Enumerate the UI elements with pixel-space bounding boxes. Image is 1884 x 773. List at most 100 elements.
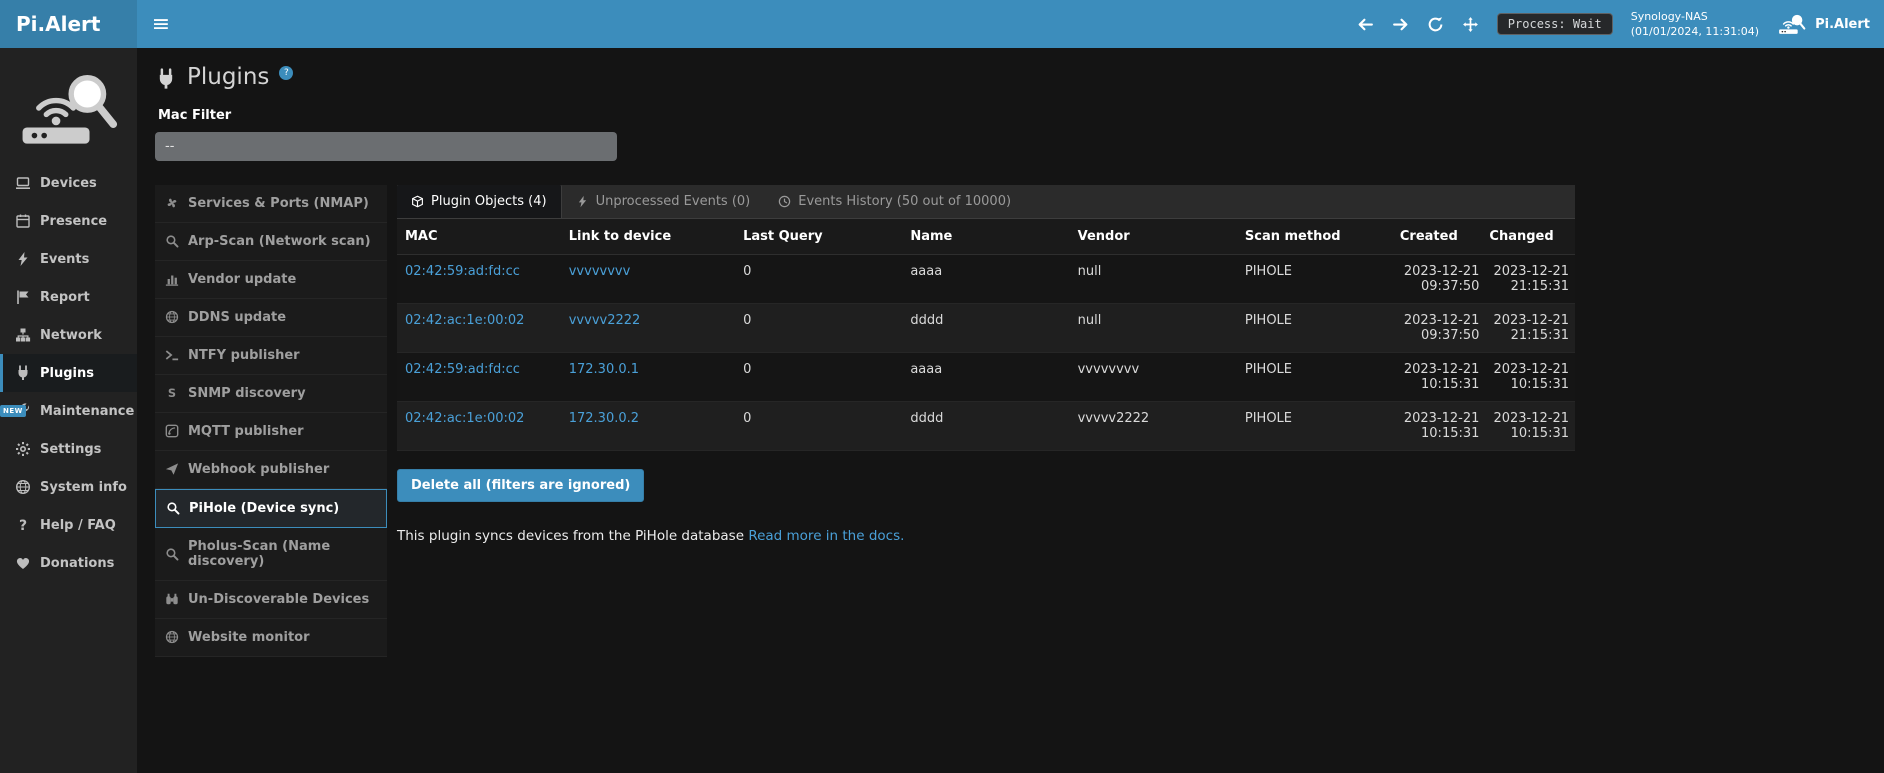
sidebar-item-help-faq[interactable]: Help / FAQ xyxy=(0,506,137,544)
sidebar-menu: Devices Presence Events Report Network P… xyxy=(0,164,137,582)
plugin-nav-item-mqtt-publisher[interactable]: MQTT publisher xyxy=(155,413,387,451)
back-arrow-icon[interactable] xyxy=(1357,16,1374,33)
plugin-nav-item-services-ports[interactable]: Services & Ports (NMAP) xyxy=(155,185,387,223)
table-row: 02:42:59:ad:fd:cc 172.30.0.1 0 aaaa vvvv… xyxy=(397,352,1575,401)
sidebar-item-label: Maintenance xyxy=(40,404,134,419)
cell-last-query: 0 xyxy=(735,254,902,303)
cell-scan-method: PIHOLE xyxy=(1237,254,1396,303)
forward-arrow-icon[interactable] xyxy=(1392,16,1409,33)
plugin-nav-item-arp-scan[interactable]: Arp-Scan (Network scan) xyxy=(155,223,387,261)
mac-filter-input[interactable] xyxy=(155,132,617,161)
table-row: 02:42:ac:1e:00:02 172.30.0.2 0 dddd vvvv… xyxy=(397,401,1575,450)
laptop-icon xyxy=(15,175,31,191)
plugin-nav-item-pholus-scan[interactable]: Pholus-Scan (Name discovery) xyxy=(155,528,387,581)
cell-created: 2023-12-21 09:37:50 xyxy=(1396,254,1486,303)
sidebar-item-report[interactable]: Report xyxy=(0,278,137,316)
plugin-nav-label: Pholus-Scan (Name discovery) xyxy=(188,539,377,569)
cell-mac: 02:42:ac:1e:00:02 xyxy=(397,303,561,352)
cell-link-to-device: vvvvv2222 xyxy=(561,303,735,352)
sidebar-item-label: Presence xyxy=(40,214,107,229)
column-header-link: Link to device xyxy=(561,219,735,255)
cell-mac: 02:42:59:ad:fd:cc xyxy=(397,254,561,303)
plugin-nav-item-webhook-publisher[interactable]: Webhook publisher xyxy=(155,451,387,489)
delete-all-button[interactable]: Delete all (filters are ignored) xyxy=(397,469,644,502)
terminal-icon xyxy=(165,348,179,362)
page-header: Plugins ? xyxy=(155,64,1864,92)
hamburger-menu-icon[interactable]: ≡ xyxy=(137,0,185,48)
sidebar-item-network[interactable]: Network xyxy=(0,316,137,354)
sidebar-item-events[interactable]: Events xyxy=(0,240,137,278)
plugin-nav-label: NTFY publisher xyxy=(188,348,300,363)
column-header-name: Name xyxy=(902,219,1069,255)
plugin-nav-item-snmp-discovery[interactable]: SNMP discovery xyxy=(155,375,387,413)
tab-label: Unprocessed Events (0) xyxy=(596,194,751,209)
sidebar-item-system-info[interactable]: System info xyxy=(0,468,137,506)
refresh-icon[interactable] xyxy=(1427,16,1444,33)
plugin-nav-item-pihole[interactable]: PiHole (Device sync) xyxy=(155,489,387,528)
tab-events-history[interactable]: Events History (50 out of 10000) xyxy=(764,185,1025,218)
mac-link[interactable]: 02:42:59:ad:fd:cc xyxy=(405,264,520,279)
device-link[interactable]: 172.30.0.1 xyxy=(569,362,639,377)
plugin-nav-item-ddns-update[interactable]: DDNS update xyxy=(155,299,387,337)
sidebar-item-settings[interactable]: Settings xyxy=(0,430,137,468)
cell-changed: 2023-12-21 10:15:31 xyxy=(1485,401,1575,450)
cell-vendor: vvvvvvvv xyxy=(1070,352,1237,401)
cell-link-to-device: 172.30.0.2 xyxy=(561,401,735,450)
sidebar-item-label: Plugins xyxy=(40,366,94,381)
cell-name: aaaa xyxy=(902,254,1069,303)
table-header-row: MAC Link to device Last Query Name Vendo… xyxy=(397,219,1575,255)
cell-scan-method: PIHOLE xyxy=(1237,352,1396,401)
docs-link[interactable]: Read more in the docs. xyxy=(748,528,904,544)
calendar-icon xyxy=(15,213,31,229)
plugin-nav-label: DDNS update xyxy=(188,310,286,325)
table-row: 02:42:ac:1e:00:02 vvvvv2222 0 dddd null … xyxy=(397,303,1575,352)
column-header-mac: MAC xyxy=(397,219,561,255)
bar-chart-icon xyxy=(165,272,179,286)
plugin-nav-item-website-monitor[interactable]: Website monitor xyxy=(155,619,387,657)
search-icon xyxy=(165,547,179,561)
cell-vendor: null xyxy=(1070,303,1237,352)
sidebar-item-label: Events xyxy=(40,252,89,267)
mac-link[interactable]: 02:42:ac:1e:00:02 xyxy=(405,313,524,328)
device-link[interactable]: 172.30.0.2 xyxy=(569,411,639,426)
column-header-scan-method: Scan method xyxy=(1237,219,1396,255)
help-badge[interactable]: ? xyxy=(279,66,293,80)
sidebar-item-label: Help / FAQ xyxy=(40,518,116,533)
sidebar-item-plugins[interactable]: Plugins xyxy=(0,354,137,392)
sidebar-item-presence[interactable]: Presence xyxy=(0,202,137,240)
host-info: Synology-NAS (01/01/2024, 11:31:04) xyxy=(1631,9,1759,40)
device-link[interactable]: vvvvvvvv xyxy=(569,264,631,279)
heart-icon xyxy=(15,555,31,571)
sidebar-item-devices[interactable]: Devices xyxy=(0,164,137,202)
topbar-app-identity: Pi.Alert xyxy=(1777,11,1870,37)
tab-unprocessed-events[interactable]: Unprocessed Events (0) xyxy=(562,185,765,218)
mac-link[interactable]: 02:42:59:ad:fd:cc xyxy=(405,362,520,377)
cell-last-query: 0 xyxy=(735,303,902,352)
plugin-nav-item-ntfy-publisher[interactable]: NTFY publisher xyxy=(155,337,387,375)
process-status-badge: Process: Wait xyxy=(1497,13,1613,35)
sidebar-item-donations[interactable]: Donations xyxy=(0,544,137,582)
search-icon xyxy=(165,234,179,248)
cell-created: 2023-12-21 10:15:31 xyxy=(1396,352,1486,401)
sitemap-icon xyxy=(15,327,31,343)
plugin-nav-label: Vendor update xyxy=(188,272,296,287)
brand-link[interactable]: Pi.Alert xyxy=(0,0,137,48)
move-arrows-icon[interactable] xyxy=(1462,16,1479,33)
new-badge: NEW xyxy=(0,405,26,417)
column-header-vendor: Vendor xyxy=(1070,219,1237,255)
pialert-logo-icon xyxy=(1777,11,1807,37)
cell-mac: 02:42:59:ad:fd:cc xyxy=(397,352,561,401)
sidebar-item-maintenance[interactable]: NEW Maintenance xyxy=(0,392,137,430)
cell-changed: 2023-12-21 10:15:31 xyxy=(1485,352,1575,401)
plugin-description: This plugin syncs devices from the PiHol… xyxy=(397,528,1575,544)
device-link[interactable]: vvvvv2222 xyxy=(569,313,641,328)
sidebar-item-label: Report xyxy=(40,290,90,305)
plugin-nav-item-undiscoverable-devices[interactable]: Un-Discoverable Devices xyxy=(155,581,387,619)
cell-scan-method: PIHOLE xyxy=(1237,401,1396,450)
plugin-nav-item-vendor-update[interactable]: Vendor update xyxy=(155,261,387,299)
host-name: Synology-NAS xyxy=(1631,9,1759,24)
tab-plugin-objects[interactable]: Plugin Objects (4) xyxy=(397,185,562,218)
main-content: Plugins ? Mac Filter Services & Ports (N… xyxy=(137,48,1884,773)
mac-link[interactable]: 02:42:ac:1e:00:02 xyxy=(405,411,524,426)
plugin-panel: Plugin Objects (4) Unprocessed Events (0… xyxy=(397,185,1575,544)
